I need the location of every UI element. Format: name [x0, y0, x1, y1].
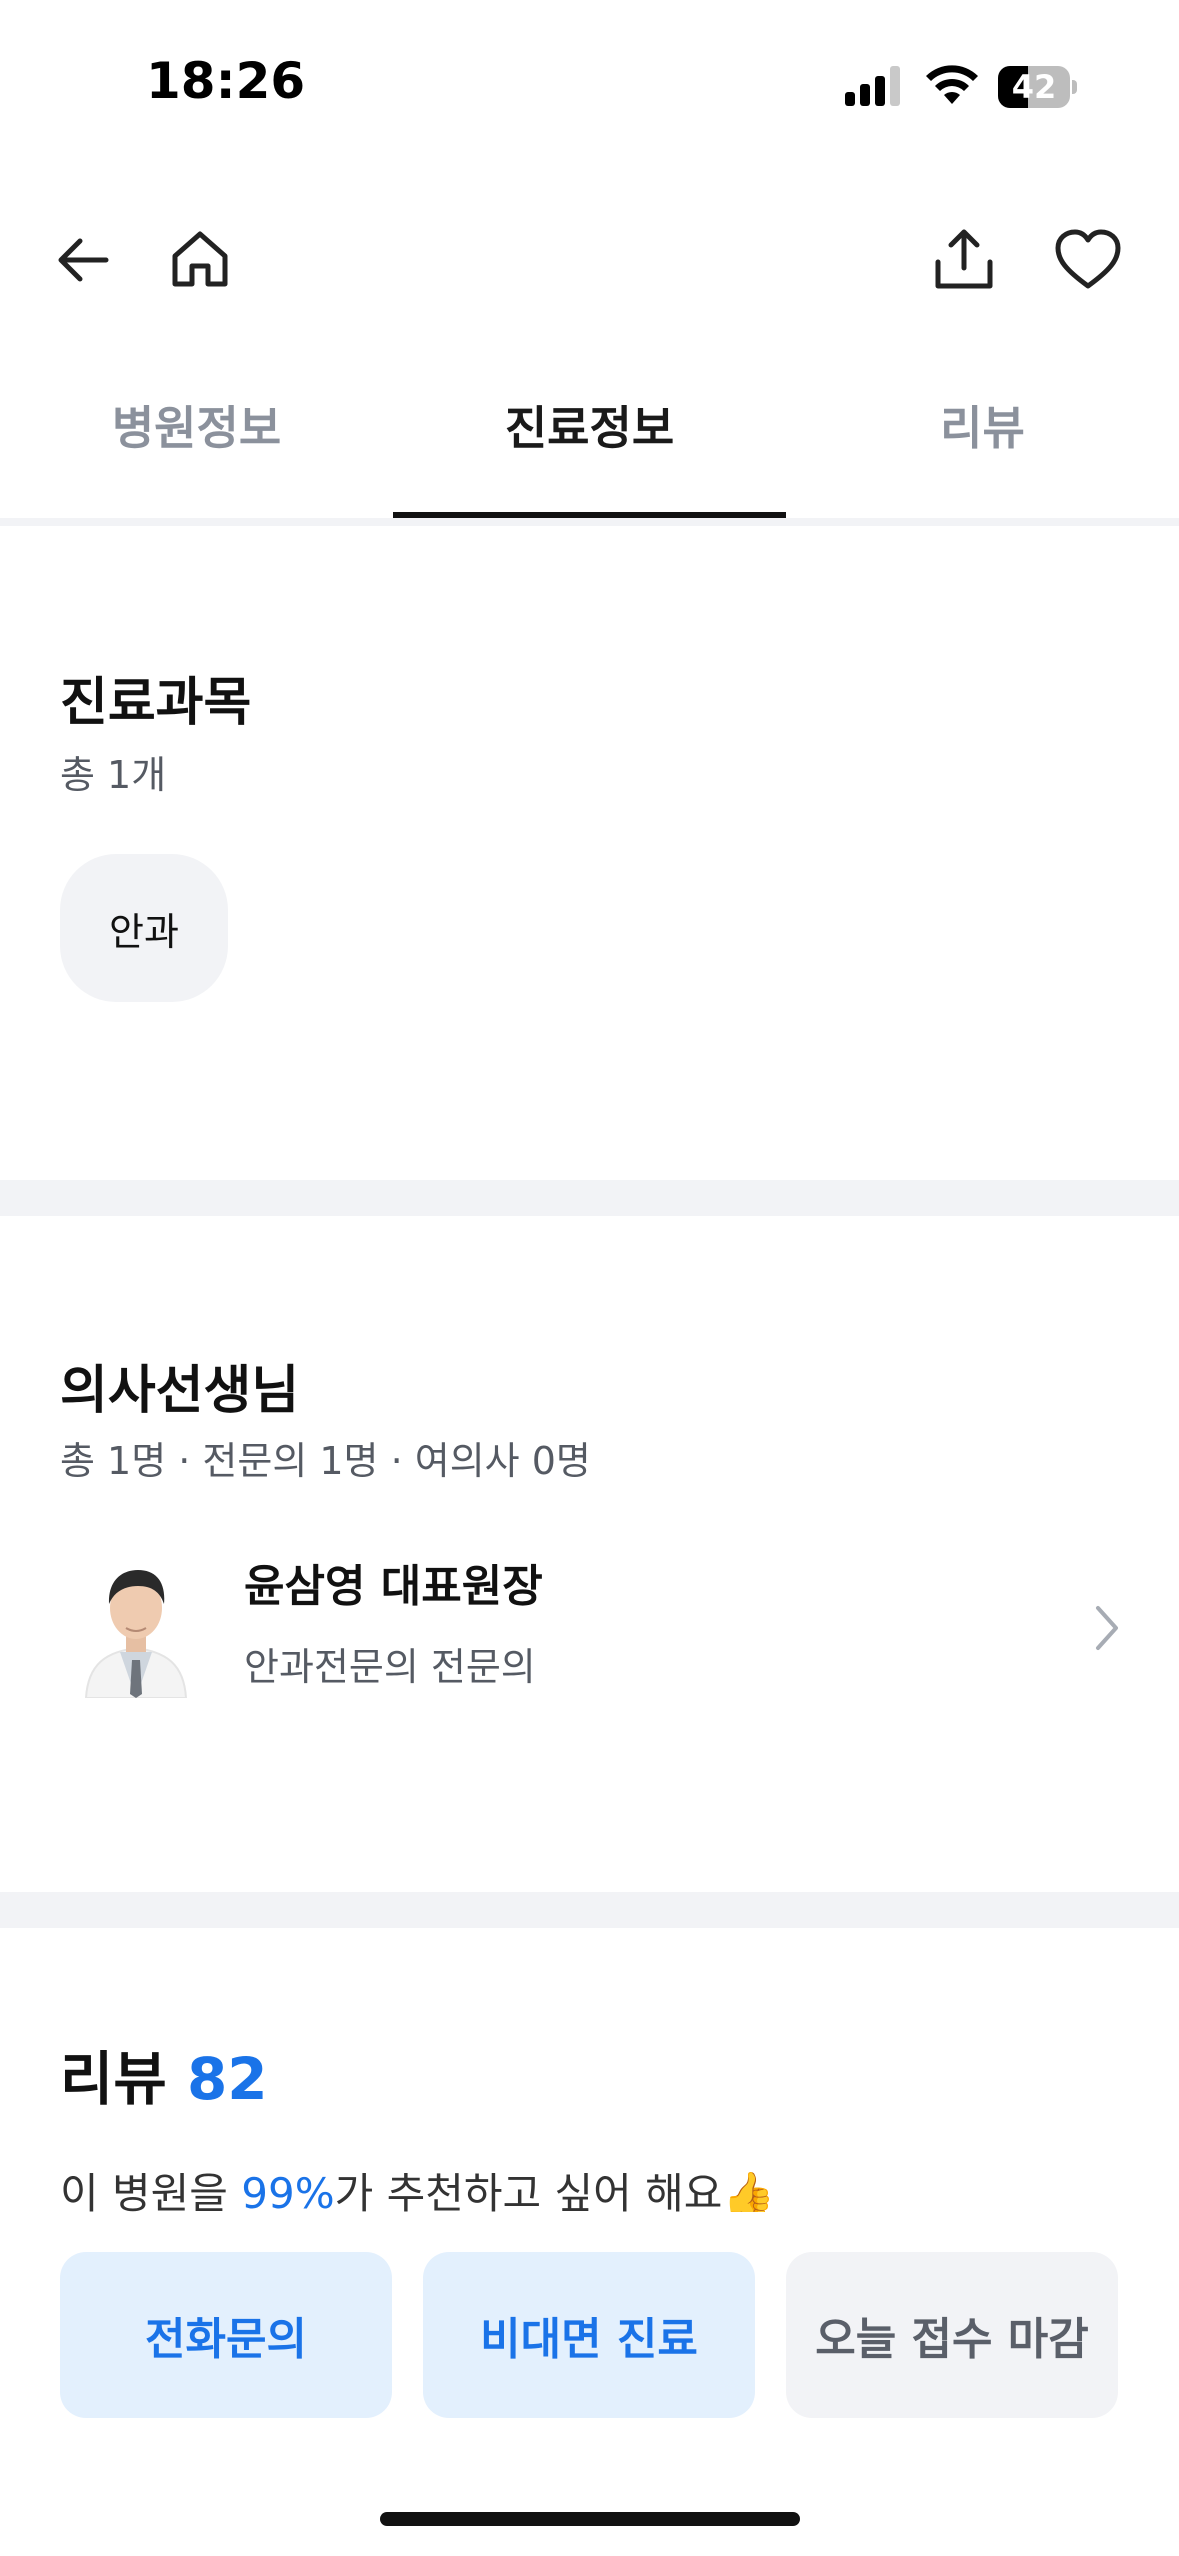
remote-consult-button[interactable]: 비대면 진료	[423, 2252, 755, 2418]
wifi-icon	[926, 65, 978, 104]
doctors-title: 의사선생님	[60, 1361, 300, 1421]
cellular-signal-icon	[845, 66, 903, 106]
battery-icon: 42	[998, 66, 1077, 108]
tab-divider	[0, 518, 1179, 526]
reviews-title: 리뷰 82	[60, 2032, 268, 2116]
tab-hospital-info[interactable]: 병원정보	[0, 392, 393, 472]
status-time: 18:26	[146, 52, 306, 110]
department-chip[interactable]: 안과	[60, 854, 228, 1002]
battery-percent: 42	[1011, 68, 1057, 106]
review-summary-prefix: 이 병원을	[60, 2169, 242, 2212]
share-icon[interactable]	[924, 220, 1004, 300]
departments-title: 진료과목	[60, 673, 252, 733]
thumbs-up-icon: 👍	[722, 2169, 775, 2212]
reviews-title-label: 리뷰	[60, 2045, 167, 2113]
home-indicator[interactable]	[380, 2512, 800, 2526]
reception-closed-button[interactable]: 오늘 접수 마감	[786, 2252, 1118, 2418]
review-summary-suffix: 가 추천하고 싶어 해요	[334, 2169, 723, 2212]
phone-inquiry-button[interactable]: 전화문의	[60, 2252, 392, 2418]
departments-count: 총 1개	[60, 753, 167, 797]
reviews-count: 82	[186, 2045, 268, 2113]
doctor-avatar	[84, 1570, 188, 1698]
doctors-summary: 총 1명 · 전문의 1명 · 여의사 0명	[60, 1439, 591, 1483]
section-separator	[0, 1180, 1179, 1216]
arrow-left-icon[interactable]	[44, 220, 124, 300]
review-summary-percent: 99%	[241, 2169, 335, 2212]
tab-reviews[interactable]: 리뷰	[786, 392, 1179, 472]
doctor-specialty: 안과전문의 전문의	[244, 1645, 536, 1689]
doctor-name: 윤삼영 대표원장	[244, 1561, 543, 1612]
review-summary: 이 병원을 99%가 추천하고 싶어 해요👍	[60, 2160, 1120, 2212]
doctor-row[interactable]	[40, 1530, 1140, 1720]
chevron-right-icon[interactable]	[1086, 1600, 1126, 1656]
tab-treatment-info[interactable]: 진료정보	[393, 392, 786, 472]
heart-icon[interactable]	[1048, 220, 1128, 300]
section-separator	[0, 1892, 1179, 1928]
home-icon[interactable]	[160, 220, 240, 300]
